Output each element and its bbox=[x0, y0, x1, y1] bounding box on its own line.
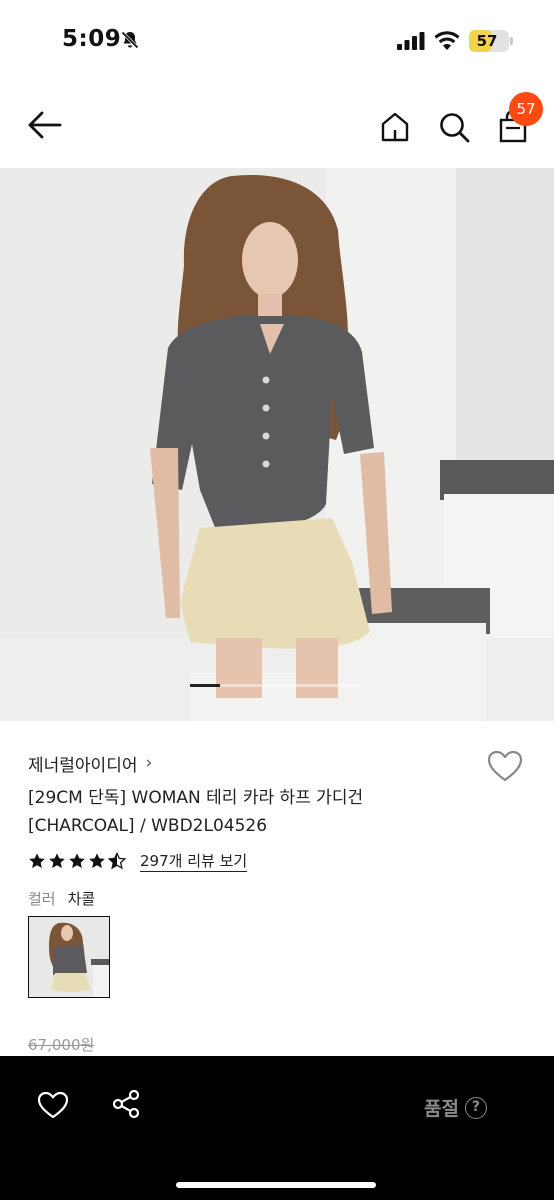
home-indicator[interactable] bbox=[176, 1182, 376, 1188]
star-rating bbox=[28, 852, 128, 870]
product-photo bbox=[0, 168, 554, 721]
brand-link[interactable]: 제너럴아이디어 › bbox=[28, 750, 152, 776]
battery-cap bbox=[510, 37, 513, 45]
bottom-action-bar: 품절 ? bbox=[0, 1056, 554, 1200]
product-title-line2: [CHARCOAL] / WBD2L04526 bbox=[28, 816, 268, 836]
product-image[interactable] bbox=[0, 168, 554, 721]
home-icon[interactable] bbox=[378, 110, 412, 144]
star-icon bbox=[69, 853, 85, 869]
sold-out-status: 품절 ? bbox=[424, 1094, 487, 1121]
star-icon bbox=[49, 853, 65, 869]
heart-icon[interactable] bbox=[36, 1090, 70, 1120]
cart-count-badge: 57 bbox=[509, 92, 543, 126]
star-icon bbox=[29, 853, 45, 869]
battery-level: 57 bbox=[476, 32, 498, 50]
color-row: 컬러 차콜 bbox=[28, 888, 95, 909]
original-price: 67,000원 bbox=[28, 1036, 95, 1054]
status-bar: 5:09 57 bbox=[0, 0, 554, 84]
back-arrow-icon[interactable] bbox=[26, 108, 64, 142]
color-thumbnail-photo bbox=[29, 917, 109, 997]
color-option-thumbnail[interactable] bbox=[28, 916, 110, 998]
wifi-icon bbox=[434, 31, 460, 50]
carousel-indicator bbox=[190, 684, 358, 687]
sold-out-label: 품절 bbox=[424, 1098, 459, 1120]
review-link[interactable]: 297개 리뷰 보기 bbox=[140, 851, 248, 872]
carousel-active-segment bbox=[190, 684, 220, 687]
share-icon[interactable] bbox=[110, 1088, 142, 1120]
brand-name: 제너럴아이디어 bbox=[28, 755, 138, 776]
search-icon[interactable] bbox=[437, 110, 471, 144]
rating-row: 297개 리뷰 보기 bbox=[28, 848, 248, 874]
heart-outline-icon[interactable] bbox=[486, 749, 524, 783]
battery-icon: 57 bbox=[469, 30, 509, 52]
bell-slash-icon bbox=[121, 31, 139, 49]
star-half-icon bbox=[108, 852, 126, 870]
color-label: 컬러 bbox=[28, 890, 56, 908]
star-icon bbox=[89, 853, 105, 869]
help-circle-icon[interactable]: ? bbox=[464, 1096, 487, 1119]
product-title-line1: [29CM 단독] WOMAN 테리 카라 하프 가디건 bbox=[28, 788, 364, 808]
status-time: 5:09 bbox=[62, 26, 122, 52]
cellular-signal-icon bbox=[397, 32, 425, 50]
top-nav bbox=[0, 84, 554, 168]
product-title: [29CM 단독] WOMAN 테리 카라 하프 가디건 [CHARCOAL] … bbox=[28, 784, 448, 840]
chevron-right-icon: › bbox=[145, 753, 153, 773]
color-value: 차콜 bbox=[67, 890, 96, 908]
